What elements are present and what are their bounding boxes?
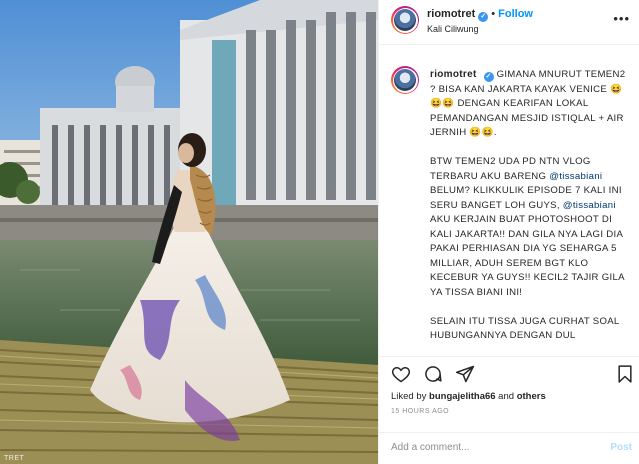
liked-by-user-link[interactable]: bungajelitha66: [429, 391, 496, 402]
photo-credit-text: TRET: [4, 455, 25, 462]
mention-link-2[interactable]: @tissabiani: [563, 200, 616, 211]
post-location[interactable]: Kali Ciliwung: [427, 24, 479, 34]
mention-link-1[interactable]: @tissabiani: [549, 171, 602, 182]
caption-verified-badge-icon: ✓: [483, 72, 494, 82]
likes-suffix: and: [495, 391, 517, 402]
likes-summary: Liked by bungajelitha66 and others: [391, 391, 546, 402]
bookmark-icon[interactable]: [615, 364, 635, 384]
caption-paragraph-1: riomotret ✓ GIMANA MNURUT TEMEN2 ? BISA K…: [430, 68, 630, 141]
follow-button[interactable]: Follow: [498, 8, 533, 20]
caption-paragraph-3: SELAIN ITU TISSA JUGA CURHAT SOAL HUBUNG…: [430, 315, 620, 342]
post-comment-button[interactable]: Post: [610, 442, 632, 453]
heart-icon[interactable]: [391, 364, 411, 384]
post-timestamp[interactable]: 15 HOURS AGO: [391, 408, 449, 415]
verified-badge-icon: ✓: [478, 12, 489, 22]
liked-by-others-link[interactable]: others: [517, 391, 546, 402]
more-horizontal-icon[interactable]: •••: [613, 11, 630, 26]
author-line: riomotret ✓ • Follow: [427, 8, 533, 22]
action-bar: [379, 356, 639, 386]
caption-username[interactable]: riomotret: [430, 69, 477, 80]
comment-input[interactable]: [391, 442, 591, 453]
author-username[interactable]: riomotret: [427, 8, 475, 20]
add-comment-bar: Post: [379, 432, 639, 464]
post-caption: riomotret ✓ GIMANA MNURUT TEMEN2 ? BISA K…: [430, 68, 630, 356]
post-side-panel: riomotret ✓ • Follow Kali Ciliwung ••• riom…: [378, 0, 639, 464]
separator-dot: •: [491, 8, 496, 20]
author-avatar[interactable]: [391, 6, 419, 34]
caption-paragraph-2: BTW TEMEN2 UDA PD NTN VLOG TERBARU AKU B…: [430, 155, 630, 300]
comments-area[interactable]: riomotret ✓ GIMANA MNURUT TEMEN2 ? BISA K…: [379, 46, 639, 356]
post-header: riomotret ✓ • Follow Kali Ciliwung •••: [379, 0, 639, 45]
post-photo[interactable]: TRET: [0, 0, 378, 464]
likes-prefix: Liked by: [391, 391, 430, 402]
share-icon[interactable]: [455, 364, 475, 384]
caption-author-avatar[interactable]: [391, 66, 419, 94]
comment-icon[interactable]: [423, 364, 443, 384]
caption-text-2c: AKU KERJAIN BUAT PHOTOSHOOT DI KALI JAKA…: [430, 214, 625, 298]
photo-illustration: [0, 0, 378, 464]
